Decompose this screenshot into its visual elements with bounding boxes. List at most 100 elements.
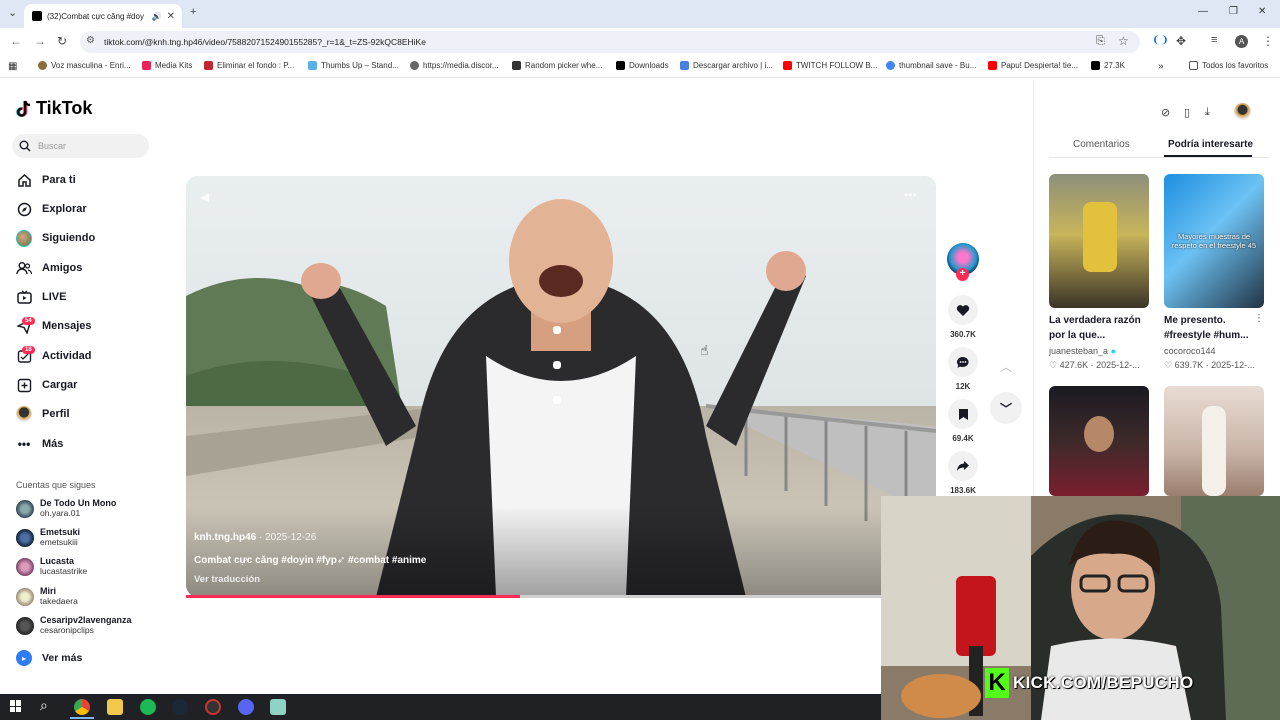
- bookmarks-overflow-icon[interactable]: »: [1158, 61, 1164, 72]
- share-button[interactable]: [948, 451, 978, 481]
- user-avatar[interactable]: [1234, 103, 1251, 120]
- more-options-icon[interactable]: •••: [904, 188, 917, 202]
- all-bookmarks-item[interactable]: Todos los favoritos: [1189, 61, 1268, 70]
- site-info-icon[interactable]: ⚙: [86, 35, 95, 46]
- profile-avatar-icon[interactable]: A: [1235, 35, 1248, 48]
- following-account[interactable]: De Todo Un Mono oh.yara.01: [16, 498, 116, 518]
- suggested-card-thumbnail[interactable]: [1049, 386, 1149, 496]
- suggested-card-thumbnail[interactable]: [1164, 386, 1264, 496]
- see-more-link[interactable]: ▸ Ver más: [16, 650, 82, 666]
- bookmark-label: Papu! Despierta! tie...: [1001, 61, 1078, 70]
- taskbar-search-icon[interactable]: ⌕: [40, 697, 48, 714]
- following-account[interactable]: Cesaripv2lavenganza cesaronipclips: [16, 615, 132, 635]
- card-likes: 427.6K: [1059, 360, 1089, 370]
- tab-search-icon[interactable]: ⌄: [8, 6, 17, 19]
- restore-icon[interactable]: ❐: [1229, 6, 1238, 17]
- nav-mas[interactable]: ••• Más: [16, 436, 64, 452]
- thumbnail-figure: [1084, 416, 1114, 452]
- bookmark-item[interactable]: Descargar archivo | i...: [680, 61, 773, 70]
- nav-explorar[interactable]: Explorar: [16, 201, 87, 217]
- following-account[interactable]: Miri takedaera: [16, 586, 78, 606]
- nav-live[interactable]: LIVE: [16, 289, 66, 305]
- card-stats: ♡ 427.6K · 2025-12-...: [1049, 360, 1140, 370]
- card-title[interactable]: Me presento. #freestyle #hum...: [1164, 313, 1264, 343]
- bookmark-item[interactable]: thumbnail save - Bu...: [886, 61, 976, 70]
- chrome-icon[interactable]: [74, 699, 90, 715]
- obs-icon[interactable]: [205, 699, 221, 715]
- minimize-icon[interactable]: —: [1198, 6, 1208, 17]
- following-account[interactable]: Emetsuki emetsukiii: [16, 527, 80, 547]
- nav-para-ti[interactable]: Para ti: [16, 172, 76, 188]
- bookmark-item[interactable]: Random picker whe...: [512, 61, 602, 70]
- translate-link[interactable]: Ver traducción: [194, 574, 260, 585]
- new-tab-button[interactable]: +: [190, 6, 196, 18]
- more-icon: •••: [17, 437, 31, 451]
- video-author[interactable]: knh.tng.hp46: [194, 532, 256, 543]
- following-account[interactable]: Lucasta lucastastrike: [16, 556, 87, 576]
- bookmark-item[interactable]: Media Kits: [142, 61, 192, 70]
- download-icon[interactable]: ⤓: [1205, 106, 1210, 119]
- card-title[interactable]: La verdadera razón por la que...: [1049, 313, 1149, 343]
- suggested-card-thumbnail[interactable]: Mayores muestras de respeto en el freest…: [1164, 174, 1264, 308]
- nav-siguiendo[interactable]: Siguiendo: [16, 229, 95, 247]
- reload-icon[interactable]: ↻: [57, 34, 67, 48]
- card-more-icon[interactable]: ⋮: [1254, 313, 1264, 324]
- steam-icon[interactable]: [172, 699, 188, 715]
- puzzle-icon[interactable]: ✥: [1176, 34, 1186, 48]
- chevron-up-icon: ︿: [999, 359, 1012, 374]
- card-username[interactable]: juanesteban_a ●: [1049, 346, 1116, 356]
- bookmark-item[interactable]: 27.3K: [1091, 61, 1125, 70]
- back-icon[interactable]: ←: [10, 34, 22, 48]
- mute-icon[interactable]: ◀: [200, 190, 209, 204]
- card-username[interactable]: cocoroco144: [1164, 346, 1216, 356]
- menu-kebab-icon[interactable]: ⋮: [1262, 34, 1274, 48]
- previous-video-button[interactable]: ︿: [990, 350, 1022, 382]
- bookmark-star-icon[interactable]: ☆: [1118, 34, 1129, 48]
- tab-close-icon[interactable]: ✕: [167, 11, 175, 22]
- save-button[interactable]: [948, 399, 978, 429]
- file-explorer-icon[interactable]: [107, 699, 123, 715]
- bookmark-item[interactable]: TWITCH FOLLOW B...: [783, 61, 877, 70]
- nav-amigos[interactable]: Amigos: [16, 260, 82, 276]
- video-progress-bar[interactable]: [186, 595, 936, 598]
- tab-podria-interesarte[interactable]: Podría interesarte: [1168, 139, 1253, 150]
- bookmark-item[interactable]: Eliminar el fondo : P...: [204, 61, 294, 70]
- browser-tab[interactable]: (32)Combat cực căng #doy 🔊 ✕: [24, 4, 182, 28]
- bookmark-item[interactable]: Downloads: [616, 61, 669, 70]
- tab-comentarios[interactable]: Comentarios: [1073, 139, 1130, 150]
- live-icon: [16, 289, 32, 305]
- media-control-icon[interactable]: ≡: [1211, 34, 1217, 46]
- windows-start-icon[interactable]: [10, 700, 22, 712]
- video-player[interactable]: ◀ ••• knh.tng.hp46 · 2025-12-26 Combat c…: [186, 176, 936, 597]
- apps-grid-icon[interactable]: ▦: [8, 61, 17, 72]
- like-button[interactable]: [948, 295, 978, 325]
- next-video-button[interactable]: ﹀: [990, 392, 1022, 424]
- account-name: Miri: [40, 586, 57, 596]
- discord-icon[interactable]: [238, 699, 254, 715]
- tiktok-note-icon: [16, 100, 31, 117]
- bookmark-item[interactable]: Voz masculina - Enri...: [38, 61, 131, 70]
- bookmark-item[interactable]: https://media.discor...: [410, 61, 499, 70]
- forward-icon[interactable]: →: [34, 34, 46, 48]
- nav-perfil[interactable]: Perfil: [16, 406, 70, 422]
- url-text[interactable]: tiktok.com/@knh.tng.hp46/video/758820715…: [104, 37, 426, 47]
- phone-icon[interactable]: ▯: [1184, 106, 1190, 119]
- comment-button[interactable]: [948, 347, 978, 377]
- notepad-icon[interactable]: [270, 699, 286, 715]
- tiktok-logo[interactable]: TikTok: [16, 98, 92, 119]
- tiktok-favicon-icon: [32, 11, 42, 21]
- bookmark-item[interactable]: Papu! Despierta! tie...: [988, 61, 1078, 70]
- extension-icon[interactable]: ❨❩: [1152, 35, 1169, 46]
- bookmark-item[interactable]: Thumbs Up – Stand...: [308, 61, 399, 70]
- follow-plus-icon[interactable]: +: [956, 268, 969, 281]
- window-close-icon[interactable]: ✕: [1258, 6, 1266, 17]
- video-caption[interactable]: Combat cực căng #doyin #fyp➶ #combat #an…: [194, 555, 426, 566]
- compass-small-icon[interactable]: ⊘: [1161, 106, 1170, 119]
- nav-cargar[interactable]: Cargar: [16, 377, 77, 393]
- spotify-icon[interactable]: [140, 699, 156, 715]
- install-app-icon[interactable]: ⎘: [1096, 35, 1105, 48]
- speaker-icon[interactable]: 🔊: [152, 12, 162, 21]
- search-input[interactable]: Buscar: [12, 134, 149, 158]
- suggested-card-thumbnail[interactable]: [1049, 174, 1149, 308]
- nav-label: Amigos: [42, 262, 83, 274]
